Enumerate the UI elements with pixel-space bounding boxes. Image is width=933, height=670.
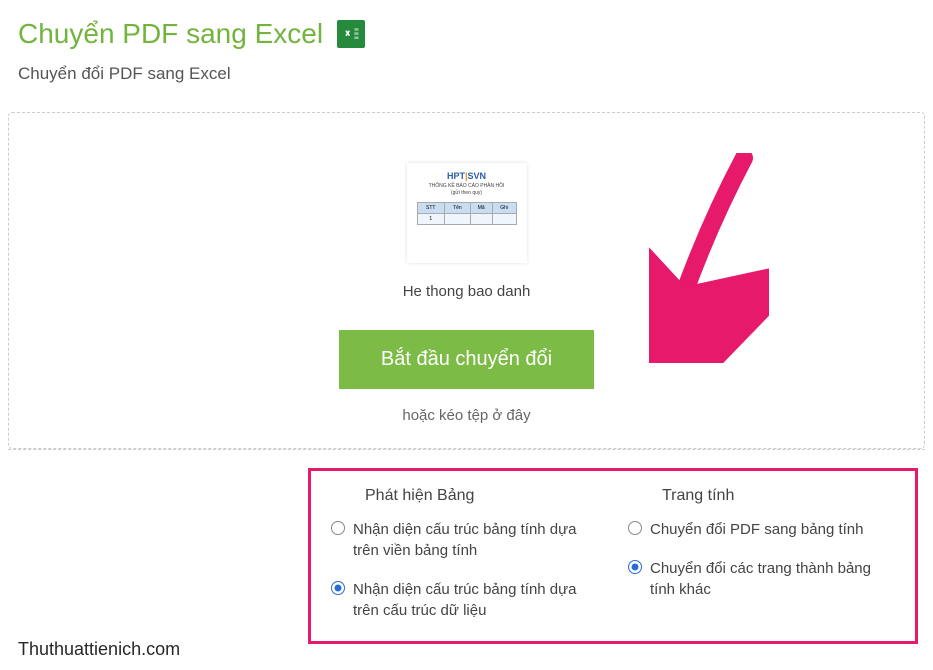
- thumb-text: THỐNG KÊ BÁO CÁO PHẢN HỒI(gửi theo quy): [413, 183, 521, 196]
- option-data-detection[interactable]: Nhận diện cấu trúc bảng tính dựa trên cấ…: [331, 579, 598, 621]
- radio-icon[interactable]: [331, 581, 345, 595]
- heading-detection: Phát hiện Bảng: [365, 487, 598, 505]
- radio-icon[interactable]: [331, 521, 345, 535]
- radio-icon[interactable]: [628, 521, 642, 535]
- page-header: Chuyển PDF sang Excel Chuyển đổi PDF san…: [0, 0, 933, 84]
- options-col-sheets: Trang tính Chuyển đổi PDF sang bảng tính…: [628, 487, 895, 621]
- thumb-logo: HPT|SVN: [413, 169, 521, 183]
- watermark: Thuthuattienich.com: [18, 639, 180, 660]
- option-single-sheet[interactable]: Chuyển đổi PDF sang bảng tính: [628, 519, 895, 540]
- annotation-arrow: [649, 153, 769, 363]
- drag-hint: hoặc kéo tệp ở đây: [9, 407, 924, 424]
- option-label: Chuyển đổi PDF sang bảng tính: [650, 519, 863, 540]
- title-row: Chuyển PDF sang Excel: [18, 18, 933, 50]
- option-label: Chuyển đổi các trang thành bảng tính khá…: [650, 558, 895, 600]
- option-label: Nhận diện cấu trúc bảng tính dựa trên cấ…: [353, 579, 598, 621]
- heading-sheets: Trang tính: [662, 487, 895, 505]
- options-box: Phát hiện Bảng Nhận diện cấu trúc bảng t…: [308, 468, 918, 644]
- option-border-detection[interactable]: Nhận diện cấu trúc bảng tính dựa trên vi…: [331, 519, 598, 561]
- page-subtitle: Chuyển đổi PDF sang Excel: [18, 64, 933, 84]
- option-label: Nhận diện cấu trúc bảng tính dựa trên vi…: [353, 519, 598, 561]
- options-panel: Phát hiện Bảng Nhận diện cấu trúc bảng t…: [8, 449, 925, 644]
- excel-icon: [337, 20, 365, 48]
- page-title: Chuyển PDF sang Excel: [18, 18, 323, 50]
- convert-button[interactable]: Bắt đầu chuyển đổi: [339, 330, 594, 389]
- option-multi-sheet[interactable]: Chuyển đổi các trang thành bảng tính khá…: [628, 558, 895, 600]
- options-col-detection: Phát hiện Bảng Nhận diện cấu trúc bảng t…: [331, 487, 598, 621]
- file-thumbnail: HPT|SVN THỐNG KÊ BÁO CÁO PHẢN HỒI(gửi th…: [407, 163, 527, 263]
- thumb-table: STTTênMãGhi 1: [417, 202, 517, 225]
- dropzone[interactable]: HPT|SVN THỐNG KÊ BÁO CÁO PHẢN HỒI(gửi th…: [8, 112, 925, 449]
- filename-label: He thong bao danh: [9, 283, 924, 300]
- radio-icon[interactable]: [628, 560, 642, 574]
